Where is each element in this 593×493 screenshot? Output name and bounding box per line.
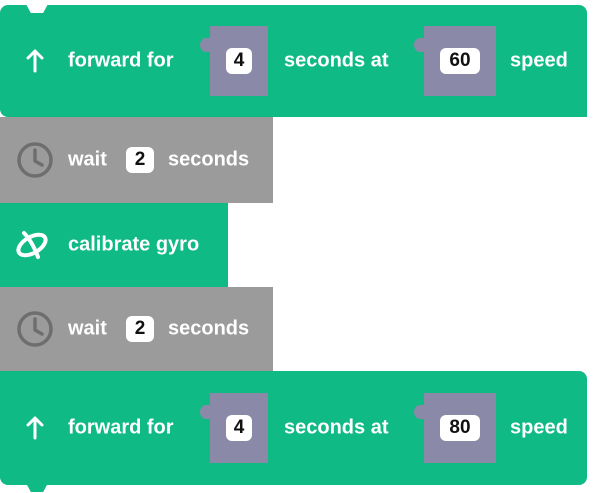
seconds-value[interactable]: 4 bbox=[226, 415, 252, 441]
speed-value[interactable]: 60 bbox=[440, 48, 480, 74]
arrow-up-icon bbox=[26, 49, 44, 73]
calibrate-gyro-label: calibrate gyro bbox=[68, 233, 200, 256]
seconds-input-slot[interactable]: 4 bbox=[200, 26, 268, 96]
wait-block[interactable]: wait 2 seconds bbox=[0, 117, 273, 211]
wait-block[interactable]: wait 2 seconds bbox=[0, 287, 273, 379]
forward-block[interactable]: forward for 4 seconds at 60 speed bbox=[0, 4, 587, 125]
seconds-input-slot[interactable]: 4 bbox=[200, 393, 268, 463]
seconds-at-label: seconds at bbox=[284, 416, 389, 439]
seconds-label: seconds bbox=[168, 148, 250, 171]
wait-label: wait bbox=[68, 317, 107, 340]
speed-label: speed bbox=[510, 49, 568, 72]
calibrate-gyro-block[interactable]: calibrate gyro bbox=[0, 203, 228, 295]
block-tab bbox=[26, 483, 48, 492]
speed-value[interactable]: 80 bbox=[440, 415, 480, 441]
clock-icon bbox=[17, 142, 53, 178]
forward-label: forward for bbox=[68, 49, 174, 72]
seconds-label: seconds bbox=[168, 317, 250, 340]
speed-input-slot[interactable]: 80 bbox=[414, 393, 496, 463]
speed-input-slot[interactable]: 60 bbox=[414, 26, 496, 96]
gyro-icon bbox=[16, 231, 48, 259]
wait-seconds-value[interactable]: 2 bbox=[126, 316, 154, 342]
seconds-at-label: seconds at bbox=[284, 49, 389, 72]
forward-label: forward for bbox=[68, 416, 174, 439]
forward-block[interactable]: forward for 4 seconds at 80 speed bbox=[0, 371, 587, 492]
clock-icon bbox=[17, 311, 53, 347]
speed-label: speed bbox=[510, 416, 568, 439]
arrow-up-icon bbox=[26, 416, 44, 440]
wait-seconds-value[interactable]: 2 bbox=[126, 147, 154, 173]
seconds-value[interactable]: 4 bbox=[226, 48, 252, 74]
block-notch bbox=[26, 4, 48, 13]
wait-label: wait bbox=[68, 148, 107, 171]
